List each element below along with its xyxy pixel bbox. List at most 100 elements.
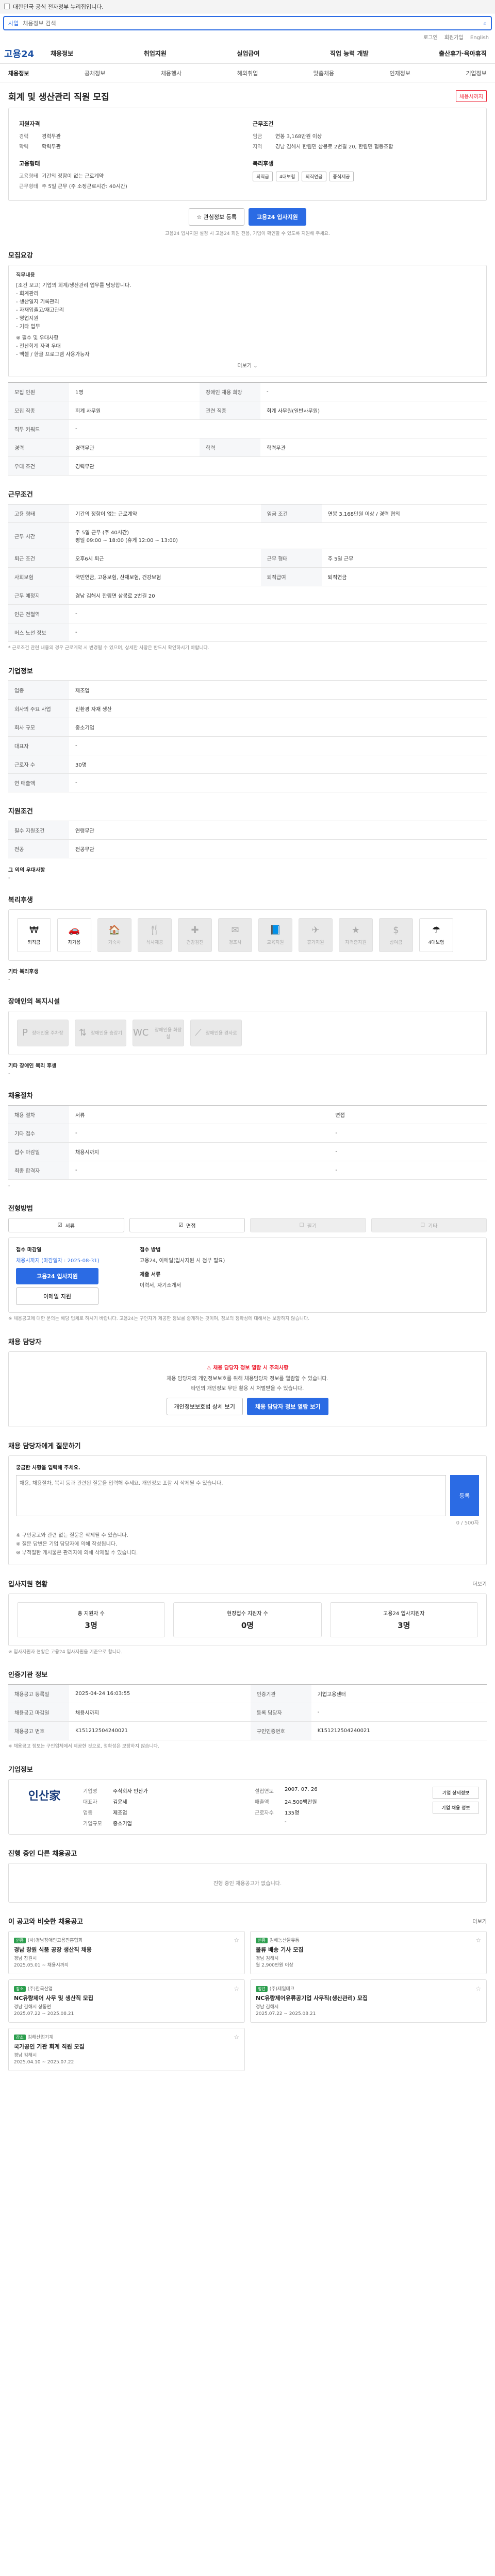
how-label: 기타 [428,1223,438,1229]
rec-location: 경남 김해시 [256,2004,279,2010]
welfare-extra: 기타 복리후생 - [8,967,487,982]
bookmark-icon[interactable]: ☆ [234,2033,239,2041]
agent-view-button[interactable]: 채용 담당자 정보 열람 보기 [246,1397,329,1415]
kv-key: 고용형태 [19,174,38,179]
gnb-item-benefit[interactable]: 실업급여 [237,49,259,58]
disab-icon: ⇅ [79,1027,87,1038]
bookmark-icon[interactable]: ☆ [234,1937,239,1944]
kv-value: 연봉 3,168만원 이상 [275,134,322,140]
bookmark-icon[interactable]: ☆ [475,1937,481,1944]
lnb-item-overseas[interactable]: 해외취업 [237,69,258,77]
lnb-item-jobs[interactable]: 채용정보 [8,69,29,77]
rec-period: 2025.05.01 ~ 채용시까지 [14,1963,69,1968]
lnb-item-events[interactable]: 채용행사 [161,69,182,77]
company-key: 매출액 [255,1799,269,1805]
job-line: - 영업지원 [16,316,39,321]
cell-key: 임금 조건 [260,504,322,523]
signup-link[interactable]: 회원가입 [444,35,464,41]
welfare-icon: 🍴 [148,924,161,936]
cell-key: 최종 합격자 [8,1161,69,1180]
lnb-item-custom[interactable]: 맞춤채용 [314,69,334,77]
welfare-item: $ 상여금 [379,918,413,952]
search-icon[interactable]: ⌕ [483,20,491,27]
welfare-chip: 중식제공 [329,172,354,181]
company-jobs-button[interactable]: 기업 채용 정보 [433,1801,479,1814]
how-option: ☑ 면접 [129,1218,245,1232]
lnb-item-talent[interactable]: 인재정보 [390,69,410,77]
job-more-button[interactable]: 더보기 ⌄ [16,362,479,370]
search-box[interactable]: 사업 ⌕ [3,16,492,30]
stat-value: 3명 [398,1620,410,1630]
bookmark-icon[interactable]: ☆ [234,1985,239,1992]
bookmark-icon[interactable]: ☆ [475,1985,481,1992]
cell-key: 근무 형태 [260,549,322,568]
disab-extra-value: - [8,1071,10,1077]
rec-card[interactable]: 인증 (사)경남장애인고용진흥협회 경남 창원 식품 공장 생산직 채용 경남 창원시… [8,1930,245,1974]
welfare-item: ☂ 4대보험 [419,918,453,952]
gov-notice: 대한민국 공식 전자정부 누리집입니다. [13,3,104,10]
apply-email-button[interactable]: 이메일 지원 [16,1287,98,1305]
cond-note: * 근로조건 관련 내용의 경우 근로계약 시 변경될 수 있으며, 상세한 사… [8,646,209,651]
util-links: 로그인 회원가입 English [0,33,495,43]
disab-extra: 기타 장애인 복리 후생 - [8,1061,487,1077]
gnb-item-support[interactable]: 취업지원 [144,49,167,58]
rec-card[interactable]: 인증 김해농산물유통 물류 배송 기사 모집 경남 김해시 월 2,900만원 이상 ☆ [250,1930,487,1974]
section-title: 기업정보 [8,667,33,675]
qa-box: 궁금한 사항을 입력해 주세요. 등록 0 / 500자 ※ 구인공고와 관련 … [8,1455,487,1565]
login-link[interactable]: 로그인 [423,35,438,41]
qa-textarea[interactable] [16,1475,446,1516]
site-logo[interactable]: 고용24 [4,47,51,60]
warning-icon: ⚠ [206,1365,213,1371]
cell-key: 근무 시간 [8,522,69,549]
rec-card[interactable]: 강소 (주)한국산업 NC유량제어 사무 및 생산직 모집 경남 김해시 상동면 202… [8,1979,245,2023]
disab-grid: P 장애인용 주차장 ⇅ 장애인용 승강기 WC 장애인용 화장실 ⟋ 장애인용 경사로 [8,1010,487,1055]
stat-card: 총 지원자 수 3명 [17,1602,166,1637]
disab-label: 장애인용 승강기 [91,1031,122,1036]
rec-location: 경남 창원시 [14,1956,37,1961]
table-row: 필수 지원조건 연령무관 [8,821,487,840]
disab-label: 장애인용 화장실 [154,1027,182,1040]
cell-value: 중소기업 [69,718,487,737]
apply-button[interactable]: 고용24 입사지원 [248,208,306,226]
table-row: 채용 절차 서류 면접 [8,1105,487,1124]
job-desc-label: 직무내용 [16,273,35,278]
company-detail-button[interactable]: 기업 상세정보 [433,1786,479,1799]
lnb-item-public[interactable]: 공채정보 [85,69,105,77]
job-line: - 엑셀 / 한글 프로그램 사용가능자 [16,352,90,358]
cell-key: 구인인증번호 [250,1721,311,1740]
company-value: 2007. 07. 26 [285,1786,318,1792]
apply-online-button[interactable]: 고용24 입사지원 [16,1268,98,1284]
qa-submit-button[interactable]: 등록 [450,1475,479,1516]
rec-card[interactable]: 강소 김해산업기계 국가공인 기관 회계 직원 모집 경남 김해시 2025.04.10… [8,2027,245,2071]
lnb-item-company[interactable]: 기업정보 [466,69,486,77]
english-link[interactable]: English [470,35,489,41]
cell-value: 학력무관 [260,438,487,457]
job-desc-box: 직무내용 [조건 보고] 기업의 회계/생산관리 업무를 담당합니다. - 회계… [8,265,487,377]
table-row: 모집 직종 회계 사무원 관련 직종 회계 사무원(일반사무원) [8,401,487,420]
cell-key: 학력 [200,438,260,457]
company-key: 설립연도 [255,1788,274,1794]
favorite-button[interactable]: ☆ 관심정보 등록 [189,208,244,226]
apply-table: 채용 절차 서류 면접 기타 접수 - - 접수 마감일 채용시까지 - 최종 합격자 - - [8,1105,487,1180]
cell-value: - [260,382,487,401]
qa-rule: ※ 구인공고와 관련 없는 질문은 삭제될 수 있습니다. [16,1532,128,1538]
cell-key: 근무 예정지 [8,586,69,605]
qa-rule: ※ 부적절한 게시물은 관리자에 의해 삭제될 수 있습니다. [16,1550,138,1556]
page-title: 회계 및 생산관리 직원 모집 [8,92,109,103]
stats-more-link[interactable]: 더보기 [472,1580,487,1587]
gnb-item-training[interactable]: 직업 능력 개발 [330,49,369,58]
cell-value: - [329,1161,487,1180]
rec-more-link[interactable]: 더보기 [472,1917,487,1925]
company-grid: 기업명 주식회사 인산가 설립연도 2007. 07. 26 대표자 김윤세 매출액 24,5… [83,1787,422,1827]
privacy-detail-button[interactable]: 개인정보보호법 상세 보기 [166,1397,243,1415]
table-row: 근로자 수 30명 [8,755,487,774]
cell-value: K151212504240021 [69,1721,251,1740]
search-scope[interactable]: 사업 [8,19,19,27]
how-label: 서류 [65,1223,75,1229]
gnb-item-leave[interactable]: 출산휴가·육아휴직 [439,49,487,58]
welfare-label: 퇴직금 [27,940,41,945]
rec-card[interactable]: 청년 (주)제일테크 NC유량제어유류공기업 사무직(생산관리) 모집 경남 김해시 2… [250,1979,487,2023]
gnb-item-jobs[interactable]: 채용정보 [51,49,73,58]
search-input[interactable] [23,20,480,27]
apply-method-label: 접수 방법 [140,1247,161,1253]
